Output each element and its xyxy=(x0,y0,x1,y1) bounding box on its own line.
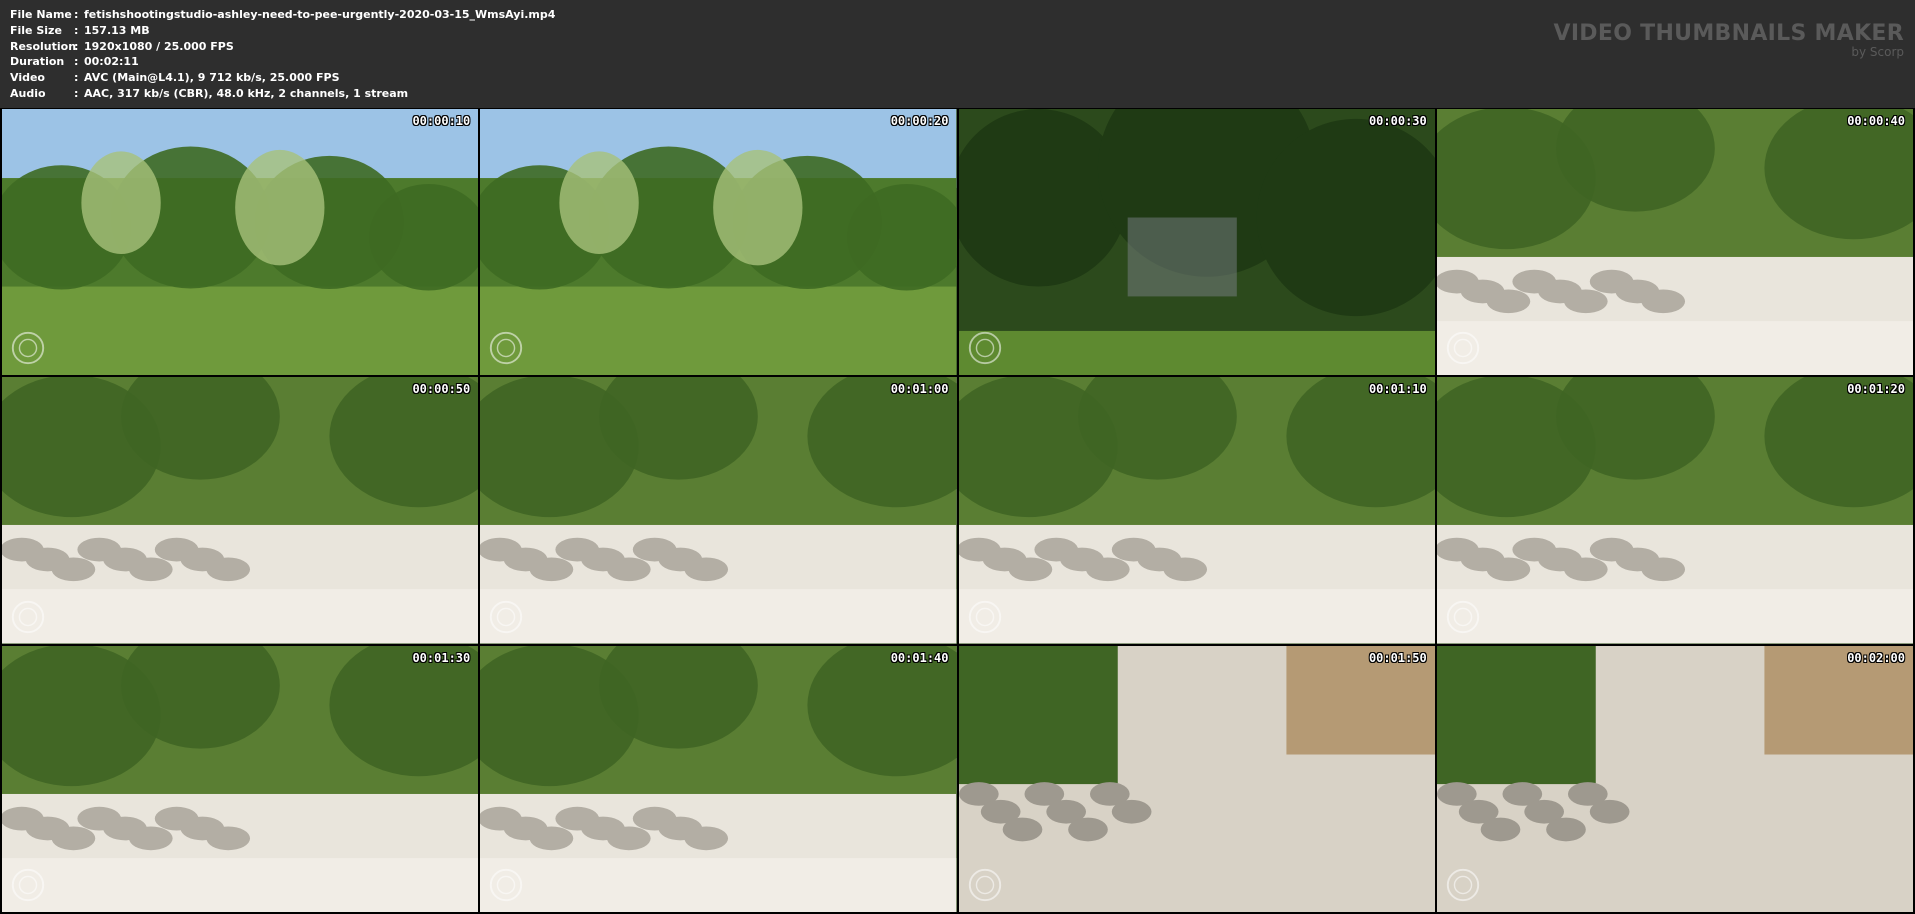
video-thumbnail[interactable]: 00:01:50 xyxy=(958,645,1435,912)
info-label: File Size xyxy=(10,23,62,37)
video-thumbnail[interactable]: 00:00:40 xyxy=(1436,109,1913,376)
studio-watermark-icon xyxy=(11,600,45,633)
timestamp-label: 00:01:20 xyxy=(1847,382,1905,397)
info-label: Duration xyxy=(10,55,65,69)
brand-logo: VIDEO THUMBNAILS MAKER by Scorp xyxy=(1554,22,1905,59)
studio-watermark-icon xyxy=(968,332,1001,365)
thumbnail-image xyxy=(480,645,957,912)
info-label: File Name xyxy=(10,8,72,21)
timestamp-label: 00:00:10 xyxy=(412,114,471,128)
studio-watermark-icon xyxy=(968,868,1001,902)
info-header: File Name : fetishshootingstudio-ashley-… xyxy=(0,0,1915,108)
studio-watermark-icon xyxy=(490,600,523,633)
info-value: 00:02:11 xyxy=(84,55,139,69)
studio-watermark-icon xyxy=(1446,868,1479,902)
thumbnail-image xyxy=(480,109,957,376)
studio-watermark-icon xyxy=(11,332,45,365)
video-thumbnail[interactable]: 00:01:20 xyxy=(1436,377,1913,644)
timestamp-label: 00:00:30 xyxy=(1368,114,1427,128)
info-separator: : xyxy=(74,71,79,85)
video-thumbnail[interactable]: 00:00:50 xyxy=(2,377,479,644)
timestamp-label: 00:01:50 xyxy=(1368,650,1427,665)
thumbnail-image xyxy=(958,645,1435,912)
thumbnail-image xyxy=(1436,109,1913,376)
info-value: fetishshootingstudio-ashley-need-to-pee-… xyxy=(84,8,556,21)
studio-watermark-icon xyxy=(968,600,1001,633)
timestamp-label: 00:02:00 xyxy=(1847,650,1905,665)
info-label: Resolution xyxy=(10,39,77,53)
info-row-audio: Audio : AAC, 317 kb/s (CBR), 48.0 kHz, 2… xyxy=(10,86,555,102)
studio-watermark-icon xyxy=(1446,332,1479,365)
info-separator: : xyxy=(74,39,79,53)
timestamp-label: 00:00:40 xyxy=(1847,114,1905,128)
info-value: 1920x1080 / 25.000 FPS xyxy=(84,39,234,53)
info-separator: : xyxy=(74,8,79,21)
info-row-file-name: File Name : fetishshootingstudio-ashley-… xyxy=(10,7,555,23)
thumbnail-image xyxy=(2,645,479,912)
thumbnail-image xyxy=(958,109,1435,376)
thumbnail-image xyxy=(1436,645,1913,912)
brand-subtitle: by Scorp xyxy=(1851,45,1904,59)
timestamp-label: 00:01:00 xyxy=(890,382,949,397)
timestamp-label: 00:01:40 xyxy=(890,650,949,665)
info-value: AAC, 317 kb/s (CBR), 48.0 kHz, 2 channel… xyxy=(84,86,409,100)
studio-watermark-icon xyxy=(1446,600,1479,633)
video-thumbnail[interactable]: 00:01:30 xyxy=(2,645,479,912)
timestamp-label: 00:00:20 xyxy=(890,114,949,128)
thumbnail-grid: 00:00:10 00:00:20 00:00:30 00:00:40 00:0… xyxy=(2,109,1913,912)
info-value: 157.13 MB xyxy=(84,23,150,37)
timestamp-label: 00:00:50 xyxy=(412,382,471,397)
file-info-table: File Name : fetishshootingstudio-ashley-… xyxy=(10,7,555,102)
info-label: Audio xyxy=(10,86,46,100)
studio-watermark-icon xyxy=(490,332,523,365)
thumbnail-image xyxy=(2,377,479,644)
studio-watermark-icon xyxy=(490,868,523,902)
timestamp-label: 00:01:10 xyxy=(1368,382,1427,397)
studio-watermark-icon xyxy=(11,868,45,902)
video-thumbnail[interactable]: 00:02:00 xyxy=(1436,645,1913,912)
thumbnail-image xyxy=(480,377,957,644)
timestamp-label: 00:01:30 xyxy=(412,650,471,665)
thumbnail-image xyxy=(958,377,1435,644)
info-value: AVC (Main@L4.1), 9 712 kb/s, 25.000 FPS xyxy=(84,71,340,85)
info-separator: : xyxy=(74,23,79,37)
thumbnail-image xyxy=(1436,377,1913,644)
video-thumbnail[interactable]: 00:01:10 xyxy=(958,377,1435,644)
info-label: Video xyxy=(10,71,45,85)
info-row-resolution: Resolution : 1920x1080 / 25.000 FPS xyxy=(10,39,555,55)
info-separator: : xyxy=(74,86,79,100)
brand-title: VIDEO THUMBNAILS MAKER xyxy=(1553,21,1904,46)
info-row-video: Video : AVC (Main@L4.1), 9 712 kb/s, 25.… xyxy=(10,70,555,86)
video-thumbnail[interactable]: 00:01:40 xyxy=(480,645,957,912)
info-row-file-size: File Size : 157.13 MB xyxy=(10,23,555,39)
video-thumbnail[interactable]: 00:01:00 xyxy=(480,377,957,644)
info-row-duration: Duration : 00:02:11 xyxy=(10,54,555,70)
info-separator: : xyxy=(74,55,79,69)
thumbnail-image xyxy=(2,109,479,376)
video-thumbnail[interactable]: 00:00:20 xyxy=(480,109,957,376)
video-thumbnail[interactable]: 00:00:10 xyxy=(2,109,479,376)
video-thumbnail[interactable]: 00:00:30 xyxy=(958,109,1435,376)
